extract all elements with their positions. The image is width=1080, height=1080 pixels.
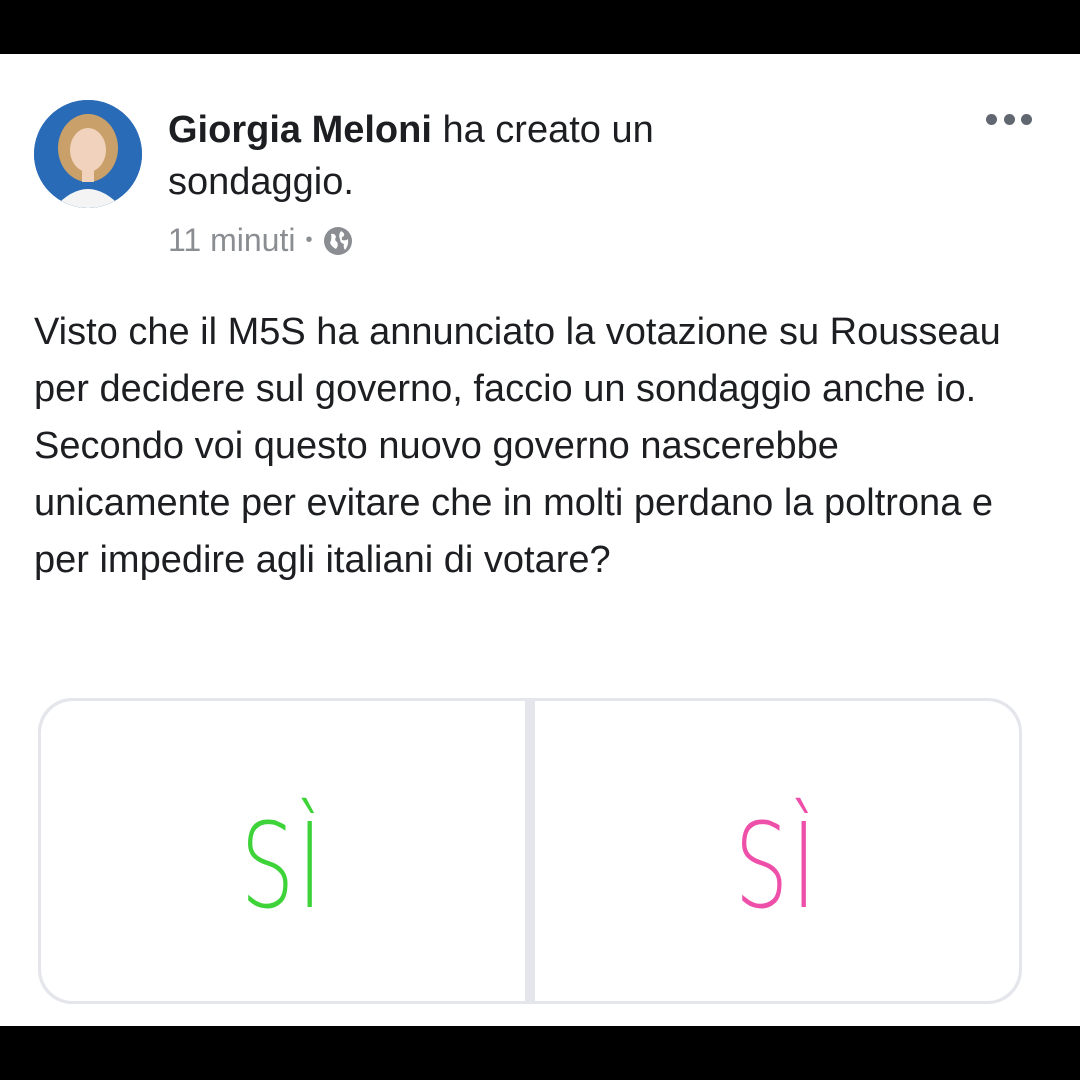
post-meta: 11 minuti • [168,222,354,259]
meta-separator: • [305,229,313,251]
avatar-photo [34,100,142,208]
post-card: Giorgia Meloni ha creato un sondaggio. 1… [0,54,1080,1026]
more-options-icon[interactable] [986,112,1032,126]
more-dot [1003,113,1015,125]
avatar[interactable] [34,100,142,208]
post-paragraph: Visto che il M5S ha annunciato la votazi… [34,311,1001,410]
more-dot [1021,113,1032,125]
more-dot [986,113,997,125]
post-header: Giorgia Meloni ha creato un sondaggio. [168,104,788,208]
author-name[interactable]: Giorgia Meloni [168,109,432,151]
post-paragraph: Secondo voi questo nuovo governo nascere… [34,425,994,581]
globe-icon [322,225,354,257]
poll-option-label: SÌ [734,797,820,935]
post-timestamp[interactable]: 11 minuti [168,222,295,259]
poll: SÌ SÌ [38,698,1022,1004]
poll-option-label: SÌ [240,797,326,935]
poll-option-1[interactable]: SÌ [41,701,525,1001]
post-body: Visto che il M5S ha annunciato la votazi… [34,304,1044,589]
poll-option-2[interactable]: SÌ [535,701,1019,1001]
